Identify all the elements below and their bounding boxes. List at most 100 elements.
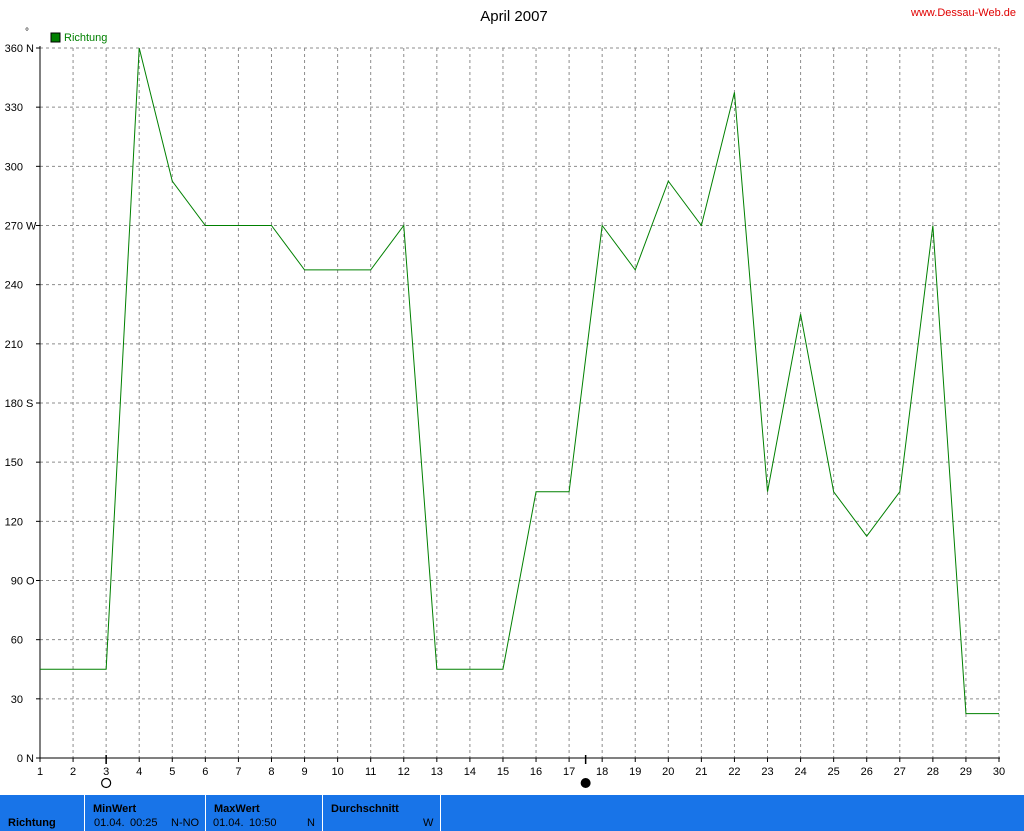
data-point bbox=[105, 668, 108, 671]
data-point bbox=[402, 224, 405, 227]
data-point bbox=[931, 224, 934, 227]
data-point bbox=[998, 712, 1001, 715]
x-tick-label: 23 bbox=[761, 766, 773, 778]
x-tick-label: 24 bbox=[794, 766, 806, 778]
data-point bbox=[964, 712, 967, 715]
footer-max-cell: MaxWert 01.04. 10:50 N bbox=[206, 795, 322, 831]
data-point bbox=[832, 490, 835, 493]
footer-row-label-cell: Richtung bbox=[0, 795, 84, 831]
max-date: 01.04. bbox=[213, 817, 244, 829]
x-tick-label: 17 bbox=[563, 766, 575, 778]
x-tick-label: 30 bbox=[993, 766, 1005, 778]
y-tick-label: 210 bbox=[5, 339, 23, 351]
x-tick-label: 1 bbox=[37, 766, 43, 778]
data-point bbox=[535, 490, 538, 493]
data-point bbox=[501, 668, 504, 671]
footer-avg-cell: Durchschnitt W bbox=[323, 795, 440, 831]
legend-swatch bbox=[50, 32, 61, 43]
data-point bbox=[601, 224, 604, 227]
x-tick-label: 19 bbox=[629, 766, 641, 778]
avg-header: Durchschnitt bbox=[331, 803, 399, 815]
y-tick-label: 180 bbox=[5, 398, 23, 410]
x-tick-label: 13 bbox=[431, 766, 443, 778]
data-point bbox=[799, 313, 802, 316]
y-tick-label: 150 bbox=[5, 457, 23, 469]
x-tick-label: 15 bbox=[497, 766, 509, 778]
footer-divider bbox=[440, 795, 441, 831]
full-moon-icon bbox=[101, 777, 112, 789]
x-tick-label: 9 bbox=[301, 766, 307, 778]
x-tick-label: 29 bbox=[960, 766, 972, 778]
data-point bbox=[435, 668, 438, 671]
y-axis-tick-labels: 0 N306090 O120150180 S210240270 W300330360 N bbox=[5, 43, 40, 765]
data-point bbox=[468, 668, 471, 671]
data-point bbox=[700, 224, 703, 227]
data-point bbox=[39, 668, 42, 671]
x-tick-label: 3 bbox=[103, 766, 109, 778]
axes bbox=[36, 46, 1000, 762]
y-tick-label: 30 bbox=[11, 694, 23, 706]
footer-min-cell: MinWert 01.04. 00:25 N-NO bbox=[85, 795, 205, 831]
data-point bbox=[303, 268, 306, 271]
series-line-richtung bbox=[40, 47, 999, 715]
data-point bbox=[369, 268, 372, 271]
x-axis-tick-labels: 1 2 3 4 5 6 7 8 9 10 11 12 13 14 15 16 17 18 19 20 21 22 23 24 2… bbox=[37, 758, 1005, 778]
data-point bbox=[766, 490, 769, 493]
legend-label: Richtung bbox=[64, 32, 107, 44]
x-tick-label: 10 bbox=[331, 766, 343, 778]
y-tick-label: 360 bbox=[5, 43, 23, 55]
min-value: N-NO bbox=[171, 817, 200, 829]
chart-title: April 2007 bbox=[480, 8, 548, 25]
footer-row-label: Richtung bbox=[8, 817, 56, 829]
avg-value: W bbox=[423, 817, 434, 829]
data-point bbox=[237, 224, 240, 227]
x-tick-label: 2 bbox=[70, 766, 76, 778]
site-credit-link[interactable]: www.Dessau-Web.de bbox=[910, 7, 1016, 19]
chart-legend: Richtung bbox=[50, 32, 107, 44]
y-tick-label: 240 bbox=[5, 280, 23, 292]
new-moon-icon bbox=[580, 778, 591, 788]
y-axis-unit: ° bbox=[25, 27, 29, 38]
min-header: MinWert bbox=[93, 803, 137, 815]
data-point bbox=[138, 47, 141, 50]
wind-direction-chart: April 2007 www.Dessau-Web.de ° Richtung … bbox=[5, 7, 1016, 789]
min-date: 01.04. bbox=[94, 817, 125, 829]
data-point bbox=[733, 91, 736, 94]
series-layer bbox=[39, 47, 1001, 715]
y-tick-label: 60 bbox=[11, 635, 23, 647]
data-point bbox=[634, 268, 637, 271]
data-point bbox=[898, 490, 901, 493]
data-point bbox=[865, 535, 868, 538]
x-tick-label: 18 bbox=[596, 766, 608, 778]
y-tick-compass-label: W bbox=[26, 221, 37, 233]
y-tick-label: 120 bbox=[5, 516, 23, 528]
x-tick-label: 14 bbox=[464, 766, 476, 778]
x-tick-label: 22 bbox=[728, 766, 740, 778]
y-tick-label: 300 bbox=[5, 161, 23, 173]
x-tick-label: 27 bbox=[894, 766, 906, 778]
grid-lines bbox=[40, 47, 1000, 758]
max-header: MaxWert bbox=[214, 803, 260, 815]
x-tick-label: 20 bbox=[662, 766, 674, 778]
y-tick-label: 90 bbox=[11, 576, 23, 588]
data-point bbox=[204, 224, 207, 227]
x-tick-label: 16 bbox=[530, 766, 542, 778]
y-tick-label: 270 bbox=[5, 221, 23, 233]
x-tick-label: 12 bbox=[398, 766, 410, 778]
data-point bbox=[72, 668, 75, 671]
x-tick-label: 26 bbox=[861, 766, 873, 778]
x-tick-label: 11 bbox=[365, 766, 376, 778]
y-tick-compass-label: S bbox=[26, 398, 33, 410]
data-point bbox=[171, 180, 174, 183]
min-time: 00:25 bbox=[130, 817, 158, 829]
data-point bbox=[336, 268, 339, 271]
data-point bbox=[270, 224, 273, 227]
y-tick-compass-label: N bbox=[26, 43, 34, 55]
x-tick-label: 28 bbox=[927, 766, 939, 778]
max-value: N bbox=[307, 817, 315, 829]
y-tick-compass-label: N bbox=[26, 753, 34, 765]
y-tick-label: 330 bbox=[5, 102, 23, 114]
x-tick-label: 5 bbox=[169, 766, 175, 778]
x-tick-label: 4 bbox=[136, 766, 142, 778]
x-tick-label: 21 bbox=[695, 766, 707, 778]
